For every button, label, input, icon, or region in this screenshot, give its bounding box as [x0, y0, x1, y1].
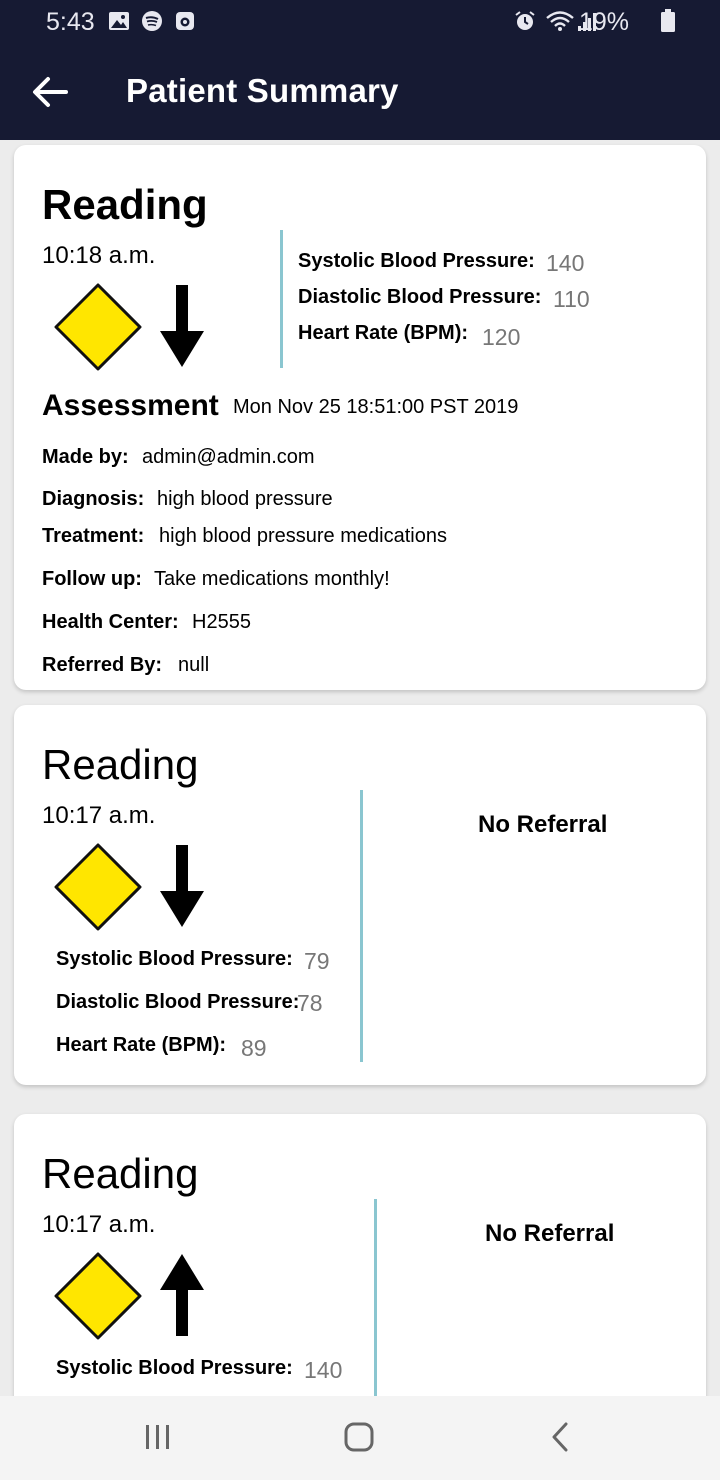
heart-rate-label: Heart Rate (BPM):: [56, 1034, 227, 1056]
arrow-down-icon: [160, 845, 204, 927]
referred-by-label: Referred By:: [42, 654, 163, 676]
reading-status-icons: [54, 1252, 204, 1340]
reading-status-icons: [54, 283, 204, 371]
diastolic-label: Diastolic Blood Pressure:: [56, 991, 300, 1013]
wifi-icon: [546, 11, 574, 31]
follow-up-label: Follow up:: [42, 568, 142, 590]
divider: [374, 1199, 377, 1396]
spotify-icon: [142, 11, 162, 31]
recent-apps-icon[interactable]: [143, 1423, 173, 1451]
follow-up-value: Take medications monthly!: [154, 568, 390, 590]
diagnosis-value: high blood pressure: [157, 488, 333, 510]
yellow-diamond-icon: [54, 843, 142, 931]
referral-status: No Referral: [485, 1220, 615, 1247]
battery-percent: 19%: [579, 8, 630, 36]
home-icon[interactable]: [343, 1422, 375, 1452]
heart-rate-label: Heart Rate (BPM):: [298, 322, 469, 344]
assessment-title: Assessment: [42, 389, 219, 422]
arrow-up-icon: [160, 1254, 204, 1336]
yellow-diamond-icon: [54, 283, 142, 371]
systolic-label: Systolic Blood Pressure:: [298, 250, 535, 272]
reading-title: Reading: [42, 181, 208, 228]
heart-rate-value: 120: [482, 324, 521, 350]
made-by-label: Made by:: [42, 446, 129, 468]
gallery-icon: [109, 12, 129, 30]
camera-app-icon: [176, 12, 194, 30]
referred-by-value: null: [178, 654, 210, 676]
referral-status: No Referral: [478, 811, 608, 838]
health-center-label: Health Center:: [42, 611, 179, 633]
systolic-label: Systolic Blood Pressure:: [56, 1357, 293, 1379]
arrow-down-icon: [160, 285, 204, 367]
health-center-value: H2555: [192, 611, 251, 633]
divider: [360, 790, 363, 1062]
diastolic-label: Diastolic Blood Pressure:: [298, 286, 542, 308]
assessment-date: Mon Nov 25 18:51:00 PST 2019: [233, 396, 519, 418]
app-bar: Patient Summary: [0, 44, 720, 140]
diagnosis-label: Diagnosis:: [42, 488, 145, 510]
alarm-icon: [515, 11, 535, 30]
reading-time: 10:18 a.m.: [42, 242, 156, 269]
diastolic-value: 110: [553, 286, 590, 312]
reading-title: Reading: [42, 1150, 199, 1197]
status-bar: 5:43 19%: [0, 0, 720, 44]
systolic-label: Systolic Blood Pressure:: [56, 948, 293, 970]
systolic-value: 79: [304, 948, 330, 974]
reading-card[interactable]: Reading 10:18 a.m. Systolic Blood Pressu…: [14, 145, 706, 690]
reading-title: Reading: [42, 741, 199, 788]
back-arrow-icon[interactable]: [30, 74, 70, 110]
page-title: Patient Summary: [126, 72, 399, 109]
diastolic-value: 78: [297, 990, 323, 1016]
nav-back-icon[interactable]: [549, 1422, 571, 1452]
yellow-diamond-icon: [54, 1252, 142, 1340]
treatment-value: high blood pressure medications: [159, 525, 447, 547]
reading-time: 10:17 a.m.: [42, 1211, 156, 1238]
reading-status-icons: [54, 843, 204, 931]
readings-list[interactable]: Reading 10:18 a.m. Systolic Blood Pressu…: [0, 140, 720, 1396]
made-by-value: admin@admin.com: [142, 446, 315, 468]
systolic-value: 140: [304, 1357, 343, 1383]
reading-time: 10:17 a.m.: [42, 802, 156, 829]
treatment-label: Treatment:: [42, 525, 145, 547]
reading-card[interactable]: Reading 10:17 a.m. No Referral Systolic …: [14, 705, 706, 1085]
heart-rate-value: 89: [241, 1035, 267, 1061]
reading-card[interactable]: Reading 10:17 a.m. No Referral Systolic …: [14, 1114, 706, 1396]
status-time: 5:43: [46, 8, 95, 36]
systolic-value: 140: [546, 250, 585, 276]
divider: [280, 230, 283, 368]
battery-icon: [661, 9, 675, 32]
system-nav-bar: [0, 1396, 720, 1480]
